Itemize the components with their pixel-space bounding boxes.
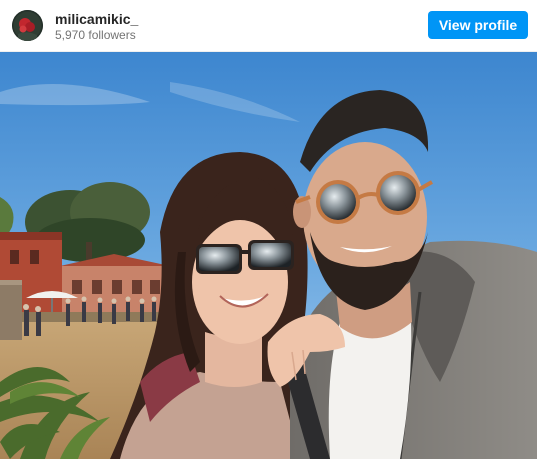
post-image bbox=[0, 52, 537, 459]
post-header: milicamikic_ 5,970 followers View profil… bbox=[0, 0, 537, 52]
post-photo[interactable] bbox=[0, 52, 537, 459]
username-link[interactable]: milicamikic_ bbox=[55, 11, 138, 27]
avatar[interactable] bbox=[12, 10, 43, 41]
follower-count: 5,970 followers bbox=[55, 28, 136, 42]
instagram-embed: milicamikic_ 5,970 followers View profil… bbox=[0, 0, 537, 459]
view-profile-button[interactable]: View profile bbox=[428, 11, 528, 39]
avatar-image bbox=[12, 10, 43, 41]
